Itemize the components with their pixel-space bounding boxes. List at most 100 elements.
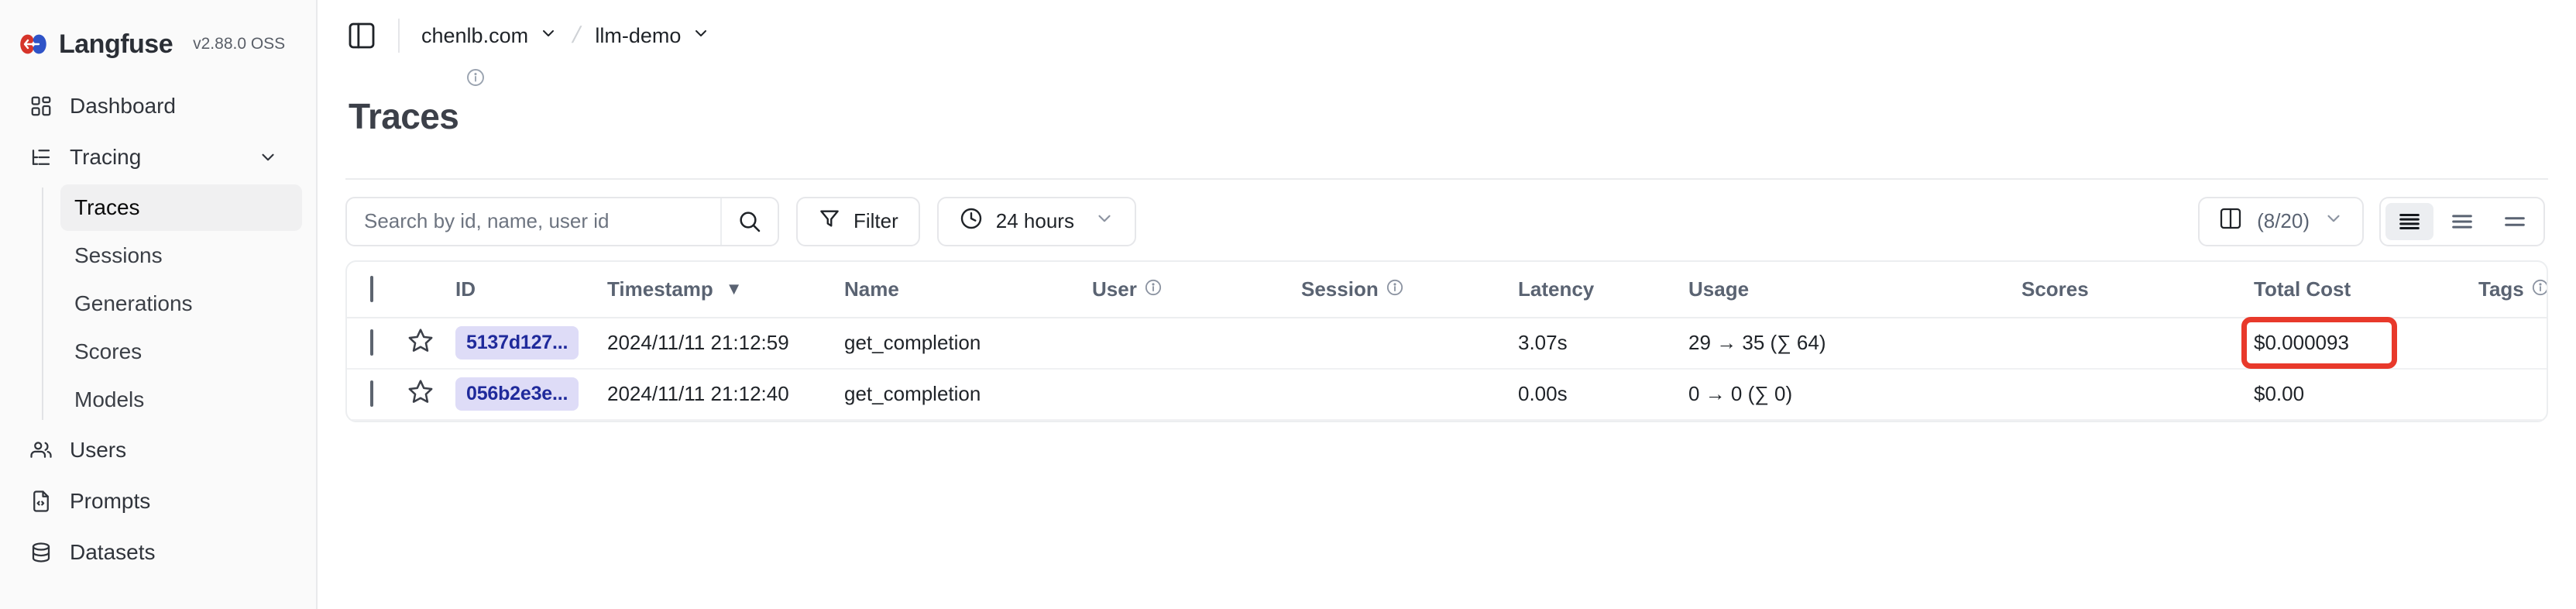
column-header-star xyxy=(407,261,455,318)
row-checkbox[interactable] xyxy=(370,380,373,408)
page-header: Traces xyxy=(318,68,2576,158)
page-title: Traces xyxy=(349,95,459,136)
row-user-cell xyxy=(1092,317,1301,370)
column-header-user[interactable]: User xyxy=(1092,261,1301,318)
sidebar-item-label: Prompts xyxy=(70,489,151,513)
sidebar-item-scores[interactable]: Scores xyxy=(60,329,302,375)
sidebar-item-label: Models xyxy=(74,387,145,411)
view-mode-expanded-button[interactable] xyxy=(2385,202,2433,240)
column-header-timestamp[interactable]: Timestamp ▼ xyxy=(607,261,844,318)
list-tree-icon xyxy=(29,146,53,169)
row-total-cost-cell: $0.00 xyxy=(2254,368,2478,421)
breadcrumb-project[interactable]: llm-demo xyxy=(595,24,710,48)
info-icon[interactable] xyxy=(1145,277,1162,301)
langfuse-logo-icon xyxy=(19,33,48,56)
column-selector-label: (8/20) xyxy=(2257,209,2310,233)
caret-down-icon: ▼ xyxy=(725,279,743,299)
column-header-tags[interactable]: Tags xyxy=(2478,261,2547,318)
chevron-down-icon[interactable] xyxy=(539,24,558,48)
row-tags-cell xyxy=(2478,368,2547,421)
users-icon xyxy=(29,439,53,462)
column-header-scores[interactable]: Scores xyxy=(2021,261,2254,318)
sidebar-item-label: Scores xyxy=(74,339,143,363)
row-name-cell: get_completion xyxy=(844,368,1092,421)
info-icon[interactable] xyxy=(1386,277,1403,301)
brand[interactable]: Langfuse v2.88.0 OSS xyxy=(0,0,316,67)
row-select-cell xyxy=(347,368,407,421)
star-icon[interactable] xyxy=(407,380,434,409)
column-header-label: Session xyxy=(1301,277,1379,301)
sidebar-item-generations[interactable]: Generations xyxy=(60,280,302,327)
search-icon[interactable] xyxy=(720,198,778,245)
row-timestamp-cell: 2024/11/11 21:12:59 xyxy=(607,317,844,370)
toolbar-right-group: (8/20) xyxy=(2198,196,2545,246)
column-header-total-cost[interactable]: Total Cost xyxy=(2254,261,2478,318)
filter-button[interactable]: Filter xyxy=(796,196,920,246)
view-mode-compact-button[interactable] xyxy=(2491,203,2539,240)
column-header-id[interactable]: ID xyxy=(455,261,607,318)
column-header-usage[interactable]: Usage xyxy=(1688,261,2021,318)
sidebar-item-label: Generations xyxy=(74,291,193,315)
time-range-select[interactable]: 24 hours xyxy=(936,196,1136,246)
row-scores-cell xyxy=(2021,368,2254,421)
column-header-name[interactable]: Name xyxy=(844,261,1092,318)
row-user-cell xyxy=(1092,368,1301,421)
sidebar: Langfuse v2.88.0 OSS Dashboard Tracing T… xyxy=(0,0,318,609)
trace-id-link[interactable]: 056b2e3e... xyxy=(455,377,579,411)
database-icon xyxy=(29,541,53,564)
sidebar-item-prompts[interactable]: Prompts xyxy=(19,477,290,525)
column-header-select xyxy=(347,261,407,318)
column-selector-button[interactable]: (8/20) xyxy=(2198,196,2364,246)
row-checkbox[interactable] xyxy=(370,329,373,356)
sidebar-nav: Dashboard Tracing Traces Sessions Genera… xyxy=(0,67,316,576)
topbar-divider xyxy=(398,19,400,53)
trace-id-link[interactable]: 5137d127... xyxy=(455,326,579,360)
select-all-checkbox[interactable] xyxy=(370,275,373,302)
row-session-cell xyxy=(1301,368,1518,421)
sidebar-item-label: Dashboard xyxy=(70,94,176,118)
sidebar-item-sessions[interactable]: Sessions xyxy=(60,232,302,279)
column-header-label: Tags xyxy=(2478,277,2524,301)
row-star-cell xyxy=(407,317,455,370)
main-content: chenlb.com / llm-demo Traces Search by i… xyxy=(318,0,2576,609)
search-box[interactable] xyxy=(345,196,779,246)
sidebar-item-dashboard[interactable]: Dashboard xyxy=(19,82,290,130)
brand-version: v2.88.0 OSS xyxy=(193,35,286,53)
table-row[interactable]: 056b2e3e... 2024/11/11 21:12:40 get_comp… xyxy=(347,368,2547,421)
sidebar-item-label: Tracing xyxy=(70,145,142,169)
sidebar-item-tracing[interactable]: Tracing xyxy=(19,133,290,181)
time-range-label: 24 hours xyxy=(995,209,1074,233)
breadcrumb-org-label: chenlb.com xyxy=(421,23,529,47)
row-latency-cell: 0.00s xyxy=(1518,368,1688,421)
chevron-down-icon xyxy=(2324,208,2344,234)
breadcrumb-org[interactable]: chenlb.com xyxy=(421,24,558,48)
column-header-label: Name xyxy=(844,277,899,301)
column-header-session[interactable]: Session xyxy=(1301,261,1518,318)
layout-dashboard-icon xyxy=(29,95,53,118)
panel-left-icon[interactable] xyxy=(345,19,378,52)
columns-icon xyxy=(2218,206,2243,236)
row-tags-cell xyxy=(2478,317,2547,370)
sidebar-item-users[interactable]: Users xyxy=(19,426,290,474)
column-header-label: ID xyxy=(455,277,476,301)
table-row[interactable]: 5137d127... 2024/11/11 21:12:59 get_comp… xyxy=(347,317,2547,370)
view-mode-default-button[interactable] xyxy=(2438,203,2486,240)
clock-icon xyxy=(959,206,984,236)
sidebar-item-label: Datasets xyxy=(70,540,156,564)
sidebar-item-models[interactable]: Models xyxy=(60,377,302,423)
sidebar-item-traces[interactable]: Traces xyxy=(60,184,302,231)
star-icon[interactable] xyxy=(407,329,434,358)
sidebar-item-label: Sessions xyxy=(74,243,163,267)
sidebar-subnav-tracing: Traces Sessions Generations Scores Model… xyxy=(42,184,316,423)
column-header-latency[interactable]: Latency xyxy=(1518,261,1688,318)
chevron-down-icon[interactable] xyxy=(692,24,710,48)
column-header-label: User xyxy=(1092,277,1137,301)
row-name-cell: get_completion xyxy=(844,317,1092,370)
search-input[interactable] xyxy=(347,209,720,234)
info-icon[interactable] xyxy=(466,68,485,91)
info-icon[interactable] xyxy=(2532,277,2547,301)
sidebar-item-datasets[interactable]: Datasets xyxy=(19,528,290,576)
chevron-down-icon[interactable] xyxy=(257,146,279,168)
filter-label: Filter xyxy=(854,209,898,233)
row-id-cell: 056b2e3e... xyxy=(455,368,607,421)
